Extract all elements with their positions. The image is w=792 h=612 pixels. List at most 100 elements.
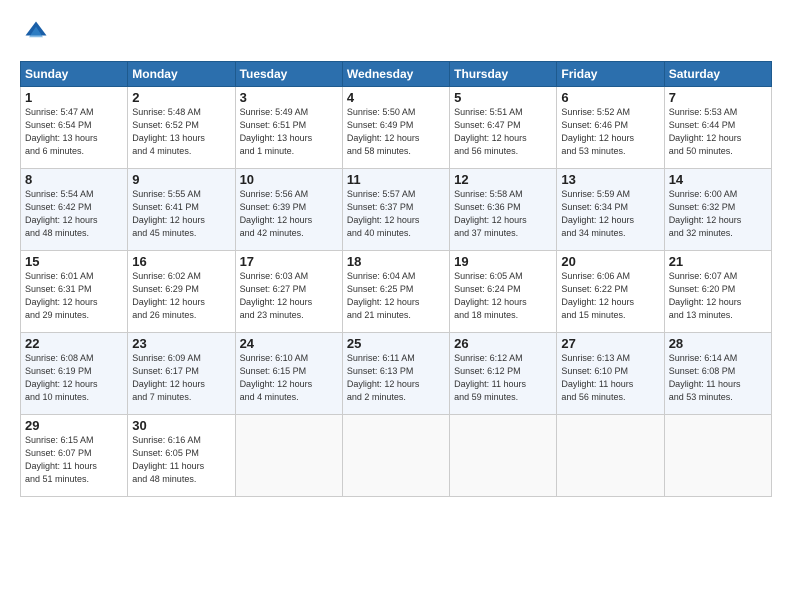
logo-icon: [22, 18, 50, 46]
cell-details: Sunrise: 6:03 AMSunset: 6:27 PMDaylight:…: [240, 270, 338, 322]
day-number: 11: [347, 172, 445, 187]
calendar-cell: 10Sunrise: 5:56 AMSunset: 6:39 PMDayligh…: [235, 169, 342, 251]
calendar-cell: 20Sunrise: 6:06 AMSunset: 6:22 PMDayligh…: [557, 251, 664, 333]
calendar-cell: 26Sunrise: 6:12 AMSunset: 6:12 PMDayligh…: [450, 333, 557, 415]
calendar-body: 1Sunrise: 5:47 AMSunset: 6:54 PMDaylight…: [21, 87, 772, 497]
calendar-week-5: 29Sunrise: 6:15 AMSunset: 6:07 PMDayligh…: [21, 415, 772, 497]
day-number: 25: [347, 336, 445, 351]
cell-details: Sunrise: 6:07 AMSunset: 6:20 PMDaylight:…: [669, 270, 767, 322]
day-number: 12: [454, 172, 552, 187]
calendar-cell: 17Sunrise: 6:03 AMSunset: 6:27 PMDayligh…: [235, 251, 342, 333]
day-number: 19: [454, 254, 552, 269]
cell-details: Sunrise: 6:15 AMSunset: 6:07 PMDaylight:…: [25, 434, 123, 486]
calendar-cell: 28Sunrise: 6:14 AMSunset: 6:08 PMDayligh…: [664, 333, 771, 415]
calendar-cell: 25Sunrise: 6:11 AMSunset: 6:13 PMDayligh…: [342, 333, 449, 415]
calendar: SundayMondayTuesdayWednesdayThursdayFrid…: [20, 61, 772, 497]
day-number: 14: [669, 172, 767, 187]
calendar-cell: 30Sunrise: 6:16 AMSunset: 6:05 PMDayligh…: [128, 415, 235, 497]
page-header: [20, 18, 772, 51]
day-number: 10: [240, 172, 338, 187]
calendar-cell: 12Sunrise: 5:58 AMSunset: 6:36 PMDayligh…: [450, 169, 557, 251]
cell-details: Sunrise: 6:12 AMSunset: 6:12 PMDaylight:…: [454, 352, 552, 404]
calendar-cell: 24Sunrise: 6:10 AMSunset: 6:15 PMDayligh…: [235, 333, 342, 415]
weekday-header-friday: Friday: [557, 62, 664, 87]
cell-details: Sunrise: 6:06 AMSunset: 6:22 PMDaylight:…: [561, 270, 659, 322]
day-number: 18: [347, 254, 445, 269]
cell-details: Sunrise: 5:59 AMSunset: 6:34 PMDaylight:…: [561, 188, 659, 240]
cell-details: Sunrise: 5:56 AMSunset: 6:39 PMDaylight:…: [240, 188, 338, 240]
day-number: 9: [132, 172, 230, 187]
calendar-cell: 3Sunrise: 5:49 AMSunset: 6:51 PMDaylight…: [235, 87, 342, 169]
day-number: 13: [561, 172, 659, 187]
calendar-cell: 11Sunrise: 5:57 AMSunset: 6:37 PMDayligh…: [342, 169, 449, 251]
day-number: 3: [240, 90, 338, 105]
day-number: 16: [132, 254, 230, 269]
day-number: 7: [669, 90, 767, 105]
cell-details: Sunrise: 6:09 AMSunset: 6:17 PMDaylight:…: [132, 352, 230, 404]
calendar-cell: 22Sunrise: 6:08 AMSunset: 6:19 PMDayligh…: [21, 333, 128, 415]
cell-details: Sunrise: 6:00 AMSunset: 6:32 PMDaylight:…: [669, 188, 767, 240]
calendar-cell: 21Sunrise: 6:07 AMSunset: 6:20 PMDayligh…: [664, 251, 771, 333]
weekday-header-wednesday: Wednesday: [342, 62, 449, 87]
calendar-cell: 13Sunrise: 5:59 AMSunset: 6:34 PMDayligh…: [557, 169, 664, 251]
calendar-cell: 5Sunrise: 5:51 AMSunset: 6:47 PMDaylight…: [450, 87, 557, 169]
cell-details: Sunrise: 6:14 AMSunset: 6:08 PMDaylight:…: [669, 352, 767, 404]
day-number: 8: [25, 172, 123, 187]
day-number: 22: [25, 336, 123, 351]
day-number: 24: [240, 336, 338, 351]
day-number: 30: [132, 418, 230, 433]
cell-details: Sunrise: 6:10 AMSunset: 6:15 PMDaylight:…: [240, 352, 338, 404]
weekday-header-thursday: Thursday: [450, 62, 557, 87]
day-number: 26: [454, 336, 552, 351]
cell-details: Sunrise: 5:52 AMSunset: 6:46 PMDaylight:…: [561, 106, 659, 158]
day-number: 23: [132, 336, 230, 351]
calendar-cell: 15Sunrise: 6:01 AMSunset: 6:31 PMDayligh…: [21, 251, 128, 333]
calendar-cell: [235, 415, 342, 497]
cell-details: Sunrise: 5:51 AMSunset: 6:47 PMDaylight:…: [454, 106, 552, 158]
cell-details: Sunrise: 5:49 AMSunset: 6:51 PMDaylight:…: [240, 106, 338, 158]
weekday-header-tuesday: Tuesday: [235, 62, 342, 87]
day-number: 27: [561, 336, 659, 351]
calendar-cell: 23Sunrise: 6:09 AMSunset: 6:17 PMDayligh…: [128, 333, 235, 415]
cell-details: Sunrise: 5:48 AMSunset: 6:52 PMDaylight:…: [132, 106, 230, 158]
day-number: 28: [669, 336, 767, 351]
calendar-week-1: 1Sunrise: 5:47 AMSunset: 6:54 PMDaylight…: [21, 87, 772, 169]
day-number: 17: [240, 254, 338, 269]
day-number: 15: [25, 254, 123, 269]
calendar-cell: 9Sunrise: 5:55 AMSunset: 6:41 PMDaylight…: [128, 169, 235, 251]
cell-details: Sunrise: 6:04 AMSunset: 6:25 PMDaylight:…: [347, 270, 445, 322]
calendar-cell: [557, 415, 664, 497]
calendar-cell: 19Sunrise: 6:05 AMSunset: 6:24 PMDayligh…: [450, 251, 557, 333]
calendar-cell: 1Sunrise: 5:47 AMSunset: 6:54 PMDaylight…: [21, 87, 128, 169]
calendar-cell: [664, 415, 771, 497]
cell-details: Sunrise: 5:50 AMSunset: 6:49 PMDaylight:…: [347, 106, 445, 158]
day-number: 4: [347, 90, 445, 105]
calendar-cell: 8Sunrise: 5:54 AMSunset: 6:42 PMDaylight…: [21, 169, 128, 251]
cell-details: Sunrise: 6:01 AMSunset: 6:31 PMDaylight:…: [25, 270, 123, 322]
calendar-week-4: 22Sunrise: 6:08 AMSunset: 6:19 PMDayligh…: [21, 333, 772, 415]
cell-details: Sunrise: 6:02 AMSunset: 6:29 PMDaylight:…: [132, 270, 230, 322]
day-number: 5: [454, 90, 552, 105]
day-number: 20: [561, 254, 659, 269]
calendar-header-row: SundayMondayTuesdayWednesdayThursdayFrid…: [21, 62, 772, 87]
logo: [20, 18, 50, 51]
calendar-cell: 16Sunrise: 6:02 AMSunset: 6:29 PMDayligh…: [128, 251, 235, 333]
cell-details: Sunrise: 5:47 AMSunset: 6:54 PMDaylight:…: [25, 106, 123, 158]
weekday-header-sunday: Sunday: [21, 62, 128, 87]
cell-details: Sunrise: 5:53 AMSunset: 6:44 PMDaylight:…: [669, 106, 767, 158]
cell-details: Sunrise: 6:13 AMSunset: 6:10 PMDaylight:…: [561, 352, 659, 404]
cell-details: Sunrise: 6:11 AMSunset: 6:13 PMDaylight:…: [347, 352, 445, 404]
cell-details: Sunrise: 6:08 AMSunset: 6:19 PMDaylight:…: [25, 352, 123, 404]
day-number: 21: [669, 254, 767, 269]
calendar-cell: 2Sunrise: 5:48 AMSunset: 6:52 PMDaylight…: [128, 87, 235, 169]
cell-details: Sunrise: 5:54 AMSunset: 6:42 PMDaylight:…: [25, 188, 123, 240]
day-number: 2: [132, 90, 230, 105]
cell-details: Sunrise: 5:57 AMSunset: 6:37 PMDaylight:…: [347, 188, 445, 240]
calendar-cell: 4Sunrise: 5:50 AMSunset: 6:49 PMDaylight…: [342, 87, 449, 169]
calendar-cell: 18Sunrise: 6:04 AMSunset: 6:25 PMDayligh…: [342, 251, 449, 333]
day-number: 29: [25, 418, 123, 433]
calendar-week-2: 8Sunrise: 5:54 AMSunset: 6:42 PMDaylight…: [21, 169, 772, 251]
weekday-header-monday: Monday: [128, 62, 235, 87]
calendar-cell: [342, 415, 449, 497]
cell-details: Sunrise: 5:55 AMSunset: 6:41 PMDaylight:…: [132, 188, 230, 240]
